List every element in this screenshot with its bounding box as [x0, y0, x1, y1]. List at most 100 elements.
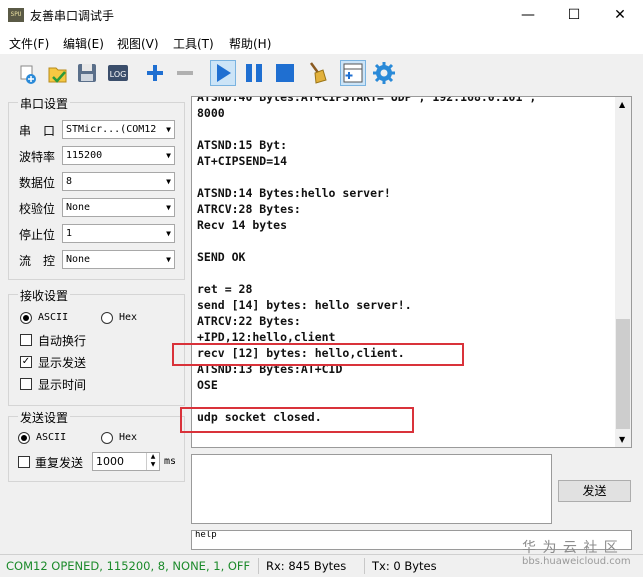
repeat-send-checkbox[interactable]: [18, 456, 30, 468]
log-line: ATRCV:28 Bytes:: [197, 202, 301, 216]
parity-label: 校验位: [19, 202, 56, 216]
log-line: send [14] bytes: hello server!.: [197, 298, 412, 312]
stopbits-value: 1: [66, 228, 73, 239]
add-icon[interactable]: [142, 60, 168, 86]
serial-settings-title: 串口设置: [18, 95, 71, 112]
receive-log[interactable]: ATSND:40 Bytes:AT+CIPSTART="UDP","192.16…: [191, 96, 632, 448]
log-line: ret = 28: [197, 282, 253, 296]
highlight-box-recv: [172, 343, 464, 366]
log-line: OSE: [197, 378, 218, 392]
chevron-down-icon: ▼: [166, 229, 171, 238]
log-scrollbar[interactable]: ▲ ▼: [615, 97, 631, 447]
window-title: 友善串口调试手: [30, 9, 115, 23]
log-icon-label: LOG: [110, 70, 127, 79]
connection-status: COM12 OPENED, 115200, 8, NONE, 1, OFF: [6, 559, 251, 573]
baud-label: 波特率: [19, 150, 56, 164]
send-ascii-radio[interactable]: [18, 432, 30, 444]
repeat-send-label: 重复发送: [35, 456, 84, 470]
databits-value: 8: [66, 176, 73, 187]
receive-ascii-label: ASCII: [38, 312, 69, 323]
log-line: ATRCV:22 Bytes:: [197, 314, 301, 328]
remove-icon[interactable]: [172, 60, 198, 86]
interval-spinner[interactable]: ▲ ▼: [146, 453, 159, 470]
log-line: 8000: [197, 106, 225, 120]
interval-unit: ms: [164, 456, 177, 467]
flow-select[interactable]: None ▼: [62, 250, 175, 269]
receive-settings-title: 接收设置: [18, 287, 71, 304]
chevron-down-icon: ▼: [166, 255, 171, 264]
flow-label: 流 控: [19, 254, 56, 268]
show-send-checkbox[interactable]: ✓: [20, 356, 32, 368]
log-line: ATSND:40 Bytes:AT+CIPSTART="UDP","192.16…: [197, 96, 537, 104]
send-hex-radio[interactable]: [101, 432, 113, 444]
chevron-down-icon: ▼: [166, 177, 171, 186]
log-line: ATSND:14 Bytes:hello server!: [197, 186, 391, 200]
databits-label: 数据位: [19, 176, 56, 190]
toolbar: LOG: [0, 54, 643, 92]
stopbits-select[interactable]: 1 ▼: [62, 224, 175, 243]
menu-bar: 文件(F) 编辑(E) 视图(V) 工具(T) 帮助(H): [0, 30, 643, 54]
send-ascii-label: ASCII: [36, 432, 67, 443]
minimize-button[interactable]: —: [505, 0, 551, 30]
save-icon[interactable]: [74, 60, 100, 86]
log-line: ATSND:15 Byt:: [197, 138, 288, 152]
title-bar: SPU 友善串口调试手 — ☐ ✕: [0, 0, 643, 30]
show-send-label: 显示发送: [38, 356, 87, 370]
stopbits-label: 停止位: [19, 228, 56, 242]
port-select[interactable]: STMicr...(COM12 ▼: [62, 120, 175, 139]
pause-icon[interactable]: [241, 60, 267, 86]
play-icon[interactable]: [210, 60, 236, 86]
databits-select[interactable]: 8 ▼: [62, 172, 175, 191]
menu-view[interactable]: 视图(V): [117, 35, 159, 52]
rx-count: Rx: 845 Bytes: [266, 559, 347, 573]
maximize-button[interactable]: ☐: [551, 0, 597, 30]
log-line: AT+CIPSEND=14: [197, 154, 288, 168]
new-icon[interactable]: [15, 60, 41, 86]
close-button[interactable]: ✕: [597, 0, 643, 30]
port-label: 串 口: [19, 124, 56, 138]
scroll-thumb[interactable]: [616, 319, 630, 429]
panel-icon[interactable]: [340, 60, 366, 86]
menu-file[interactable]: 文件(F): [9, 35, 49, 52]
send-button[interactable]: 发送: [558, 480, 631, 502]
send-input[interactable]: [191, 454, 552, 524]
baud-select[interactable]: 115200 ▼: [62, 146, 175, 165]
settings-gear-icon[interactable]: [371, 60, 397, 86]
highlight-box-closed: [180, 407, 414, 433]
menu-help[interactable]: 帮助(H): [229, 35, 271, 52]
status-divider: [364, 558, 365, 574]
send-settings-title: 发送设置: [18, 409, 71, 426]
chevron-down-icon: ▼: [166, 151, 171, 160]
auto-newline-checkbox[interactable]: [20, 334, 32, 346]
watermark-title: 华 为 云 社 区: [522, 540, 619, 556]
receive-settings-group: [8, 294, 185, 406]
port-value: STMicr...(COM12: [66, 124, 157, 135]
open-icon[interactable]: [44, 60, 70, 86]
log-icon[interactable]: LOG: [105, 60, 131, 86]
baud-value: 115200: [66, 150, 103, 161]
scroll-down-icon[interactable]: ▼: [619, 435, 625, 444]
scroll-up-icon[interactable]: ▲: [619, 100, 625, 109]
clear-broom-icon[interactable]: [303, 60, 329, 86]
auto-newline-label: 自动换行: [38, 334, 87, 348]
watermark-url: bbs.huaweicloud.com: [522, 556, 631, 567]
log-text: ATSND:40 Bytes:AT+CIPSTART="UDP","192.16…: [197, 96, 617, 425]
parity-value: None: [66, 202, 91, 213]
receive-ascii-radio[interactable]: [20, 312, 32, 324]
app-icon: SPU: [8, 8, 24, 22]
stop-icon[interactable]: [272, 60, 298, 86]
log-line: SEND OK: [197, 250, 246, 264]
receive-hex-label: Hex: [119, 312, 138, 323]
show-time-checkbox[interactable]: [20, 378, 32, 390]
receive-hex-radio[interactable]: [101, 312, 113, 324]
show-time-label: 显示时间: [38, 378, 87, 392]
flow-value: None: [66, 254, 91, 265]
tx-count: Tx: 0 Bytes: [372, 559, 437, 573]
parity-select[interactable]: None ▼: [62, 198, 175, 217]
menu-tools[interactable]: 工具(T): [173, 35, 214, 52]
menu-edit[interactable]: 编辑(E): [63, 35, 104, 52]
